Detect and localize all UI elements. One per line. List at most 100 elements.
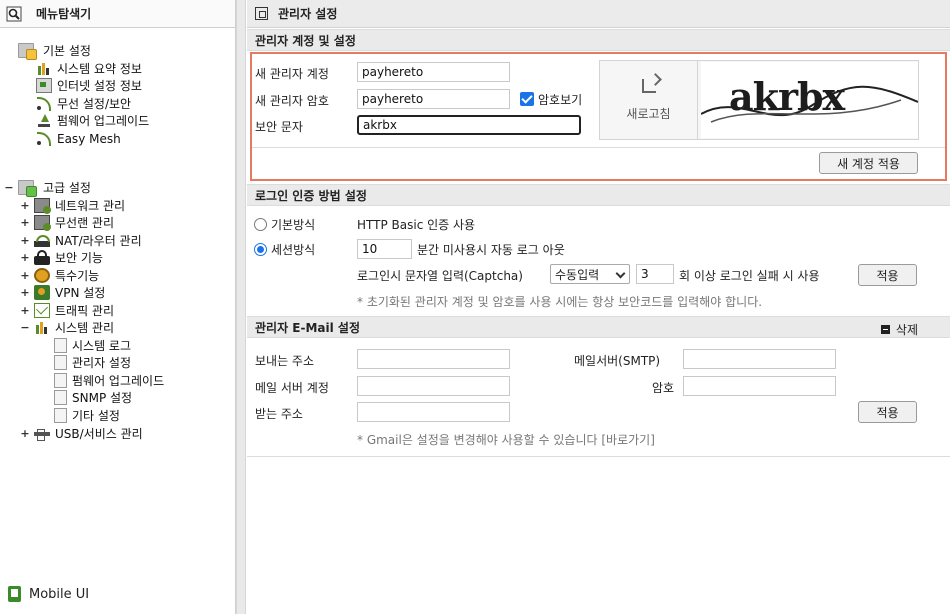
mobile-ui-link[interactable]: Mobile UI [8,584,89,604]
traffic-icon [34,303,50,318]
document-icon [54,373,67,388]
tree-group-basic[interactable]: 기본 설정 [18,42,91,60]
document-icon [54,355,67,370]
receiver-address-label: 받는 주소 [255,407,303,421]
apply-new-account-button[interactable]: 새 계정 적용 [819,152,918,174]
tree-item-firmware-upgrade[interactable]: 펌웨어 업그레이드 [36,112,149,129]
tree-subitem-admin-settings[interactable]: 관리자 설정 [54,354,131,371]
tree-subitem-snmp[interactable]: SNMP 설정 [54,389,132,406]
tree-item-security[interactable]: + 보안 기능 [20,249,103,266]
document-icon [54,408,67,423]
tree-item-special[interactable]: + 특수기능 [20,267,99,284]
menu-explorer-title: 메뉴탐색기 [36,7,92,21]
collapse-toggle-icon[interactable]: − [20,321,30,334]
mobile-ui-label: Mobile UI [29,586,90,602]
expand-toggle-icon[interactable]: + [20,286,30,299]
captcha-text: akrbx [729,74,845,119]
tree-item-system-management[interactable]: − 시스템 관리 [20,319,114,336]
search-icon [6,6,22,22]
mail-account-label: 메일 서버 계정 [255,381,329,395]
captcha-refresh-button[interactable]: 새로고침 [600,61,698,139]
tree-item-internet-info[interactable]: 인터넷 설정 정보 [36,77,142,94]
tree-item-traffic[interactable]: + 트래픽 관리 [20,302,114,319]
section-title-login-auth: 로그인 인증 방법 설정 [247,184,950,206]
fail-count-input[interactable] [636,264,674,284]
captcha-option-label: 로그인시 문자열 입력(Captcha) [357,269,523,283]
smtp-server-label: 메일서버(SMTP) [574,354,661,368]
login-auth-note: * 초기화된 관리자 계정 및 암호를 사용 시에는 항상 보안코드를 입력해야… [357,295,763,309]
tree-item-label: SNMP 설정 [72,391,133,405]
tree-item-label: 네트워크 관리 [55,199,126,213]
apply-login-auth-button[interactable]: 적용 [858,264,917,286]
tree-item-label: 특수기능 [55,269,100,283]
tree-item-network[interactable]: + 네트워크 관리 [20,197,125,214]
tree-group-advanced[interactable]: − 고급 설정 [4,179,91,197]
tree-item-label: 트래픽 관리 [55,304,115,318]
tree-subitem-other[interactable]: 기타 설정 [54,407,120,424]
tree-item-label: 보안 기능 [55,251,103,265]
sender-address-input[interactable] [357,349,510,369]
upgrade-icon [36,113,52,128]
tree-group-label: 고급 설정 [43,181,91,195]
account-divider [252,147,945,148]
email-bottom-divider [247,456,950,457]
panel-splitter[interactable] [236,0,246,614]
show-password-checkbox[interactable] [520,92,534,106]
folder-icon [18,180,37,197]
session-timeout-input[interactable] [357,239,412,259]
mobile-icon [8,586,21,602]
expand-toggle-icon[interactable]: + [20,251,30,264]
tree-item-system-summary[interactable]: 시스템 요약 정보 [36,60,142,77]
menu-explorer-panel: 메뉴탐색기 기본 설정 시스템 요약 정보 인터넷 설정 정보 무선 설정/보안… [0,0,236,614]
delete-label: 삭제 [895,323,918,337]
tree-item-label: 시스템 요약 정보 [57,62,142,76]
tree-item-label: 기타 설정 [72,409,120,423]
expand-toggle-icon[interactable]: + [20,216,30,229]
security-text-label: 보안 문자 [255,120,303,134]
sender-address-label: 보내는 주소 [255,354,315,368]
tree-subitem-firmware-upgrade[interactable]: 펌웨어 업그레이드 [54,372,164,389]
main-content: 관리자 설정 관리자 계정 및 설정 새 관리자 계정 새 관리자 암호 암호보… [247,0,950,614]
apply-email-button[interactable]: 적용 [858,401,917,423]
menu-explorer-header: 메뉴탐색기 [0,0,235,28]
expand-toggle-icon[interactable]: + [20,304,30,317]
expand-toggle-icon[interactable]: + [20,234,30,247]
tree-item-easy-mesh[interactable]: Easy Mesh [36,130,121,147]
tree-subitem-system-log[interactable]: 시스템 로그 [54,337,131,354]
section-title-email: 관리자 E-Mail 설정 [247,316,950,338]
basic-auth-radio[interactable] [254,218,267,231]
tree-item-label: VPN 설정 [55,286,106,300]
chart-icon [36,61,52,76]
tree-item-vpn[interactable]: + VPN 설정 [20,284,105,301]
tree-item-wlan[interactable]: + 무선랜 관리 [20,214,114,231]
captcha-mode-select[interactable]: 수동입력 [550,264,630,284]
new-admin-password-input[interactable] [357,89,510,109]
expand-toggle-icon[interactable]: + [20,269,30,282]
tree-item-label: 시스템 관리 [55,321,115,335]
expand-toggle-icon[interactable]: + [20,427,30,440]
tree-item-nat-router[interactable]: + NAT/라우터 관리 [20,232,142,249]
main-header: 관리자 설정 [247,0,950,28]
security-text-input[interactable] [357,115,581,135]
window-icon [255,7,268,20]
expand-toggle-icon[interactable]: + [20,199,30,212]
collapse-toggle-icon[interactable]: − [4,181,14,194]
gear-icon [34,268,50,283]
mail-account-input[interactable] [357,376,510,396]
delete-email-link[interactable]: 삭제 [880,321,918,338]
mesh-icon [36,131,52,146]
minus-box-icon [880,325,890,334]
tree-item-usb-service[interactable]: + USB/서비스 관리 [20,425,143,442]
tree-item-label: 관리자 설정 [72,356,132,370]
mail-password-input[interactable] [683,376,836,396]
tree-item-wireless-security[interactable]: 무선 설정/보안 [36,95,131,112]
wifi-icon [36,96,52,111]
smtp-server-input[interactable] [683,349,836,369]
receiver-address-input[interactable] [357,402,510,422]
wireless-lan-icon [34,215,51,231]
tree-item-label: 무선랜 관리 [55,216,115,230]
session-auth-radio[interactable] [254,243,267,256]
new-admin-account-input[interactable] [357,62,510,82]
document-icon [54,390,67,405]
network-icon [34,198,51,214]
